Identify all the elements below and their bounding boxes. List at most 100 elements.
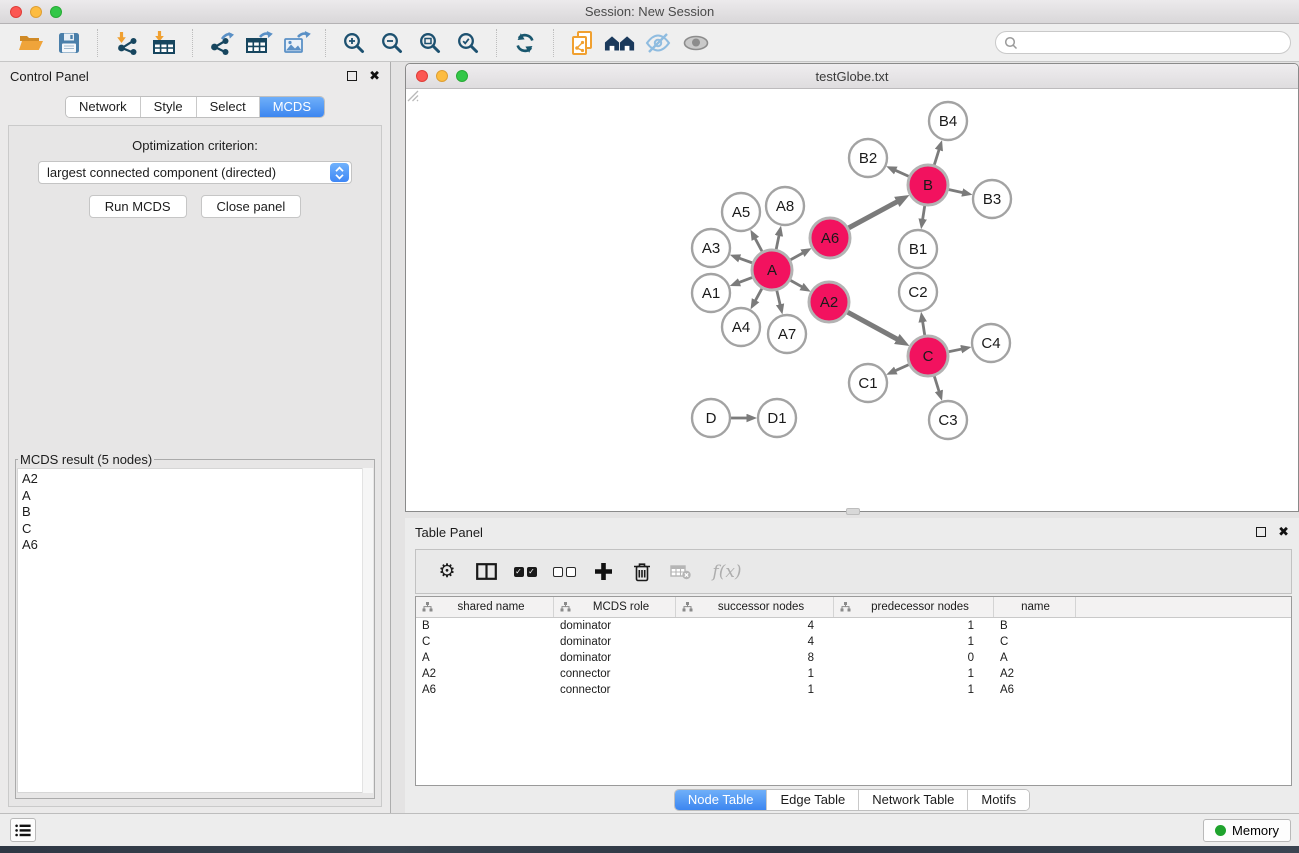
graph-node-B2[interactable]: B2 (849, 139, 887, 177)
import-network-icon[interactable] (110, 27, 142, 59)
delete-trash-icon[interactable] (627, 557, 657, 587)
add-column-plus-icon[interactable] (588, 557, 618, 587)
column-header-name[interactable]: name (994, 597, 1076, 617)
graph-node-C2[interactable]: C2 (899, 273, 937, 311)
graph-node-D[interactable]: D (692, 399, 730, 437)
mcds-result-item[interactable]: C (22, 521, 372, 538)
network-zoom-button[interactable] (456, 70, 468, 82)
table-settings-gear-icon[interactable]: ⚙ (432, 557, 462, 587)
tab-mcds[interactable]: MCDS (260, 97, 324, 117)
edge-C-C3[interactable] (934, 376, 939, 391)
edge-B-B2[interactable] (895, 170, 908, 176)
graph-node-A6[interactable]: A6 (810, 218, 850, 258)
network-canvas[interactable]: B4B2BB3A5A8A6B1A3AC2A1A2A4A7CC4C1C3DD1 (406, 89, 1298, 511)
minimize-window-button[interactable] (30, 6, 42, 18)
memory-button[interactable]: Memory (1203, 819, 1291, 842)
table-row[interactable]: Adominator80A (416, 650, 1291, 666)
mcds-result-item[interactable]: A2 (22, 471, 372, 488)
float-panel-icon[interactable] (347, 71, 357, 81)
result-scrollbar[interactable] (362, 468, 373, 793)
column-header-mcds-role[interactable]: MCDS role (554, 597, 676, 617)
edge-B-B3[interactable] (949, 189, 963, 192)
edge-A-A4[interactable] (755, 288, 762, 300)
float-table-panel-icon[interactable] (1256, 527, 1266, 537)
edge-A6-B[interactable] (848, 202, 897, 228)
optimization-criterion-select[interactable]: largest connected component (directed) (38, 161, 352, 184)
edge-A-A1[interactable] (739, 277, 752, 282)
network-graph[interactable]: B4B2BB3A5A8A6B1A3AC2A1A2A4A7CC4C1C3DD1 (406, 89, 1298, 511)
graph-node-A5[interactable]: A5 (722, 193, 760, 231)
graph-node-A8[interactable]: A8 (766, 187, 804, 225)
graph-node-B[interactable]: B (908, 165, 948, 205)
tab-edge-table[interactable]: Edge Table (767, 790, 859, 810)
tab-node-table[interactable]: Node Table (675, 790, 768, 810)
close-window-button[interactable] (10, 6, 22, 18)
graph-node-A2[interactable]: A2 (809, 282, 849, 322)
import-table-icon[interactable] (148, 27, 180, 59)
export-image-icon[interactable] (281, 27, 313, 59)
graph-node-C1[interactable]: C1 (849, 364, 887, 402)
table-row[interactable]: A2connector11A2 (416, 666, 1291, 682)
close-table-panel-icon[interactable]: ✖ (1278, 527, 1289, 537)
graph-node-B3[interactable]: B3 (973, 180, 1011, 218)
edge-A-A7[interactable] (777, 290, 780, 304)
graph-node-C4[interactable]: C4 (972, 324, 1010, 362)
edge-A-A6[interactable] (790, 253, 802, 260)
edge-C-C1[interactable] (895, 365, 908, 371)
run-mcds-button[interactable]: Run MCDS (89, 195, 187, 218)
tab-network[interactable]: Network (66, 97, 141, 117)
show-eye-icon[interactable] (680, 27, 712, 59)
edge-A-A8[interactable] (776, 235, 779, 249)
zoom-selected-icon[interactable] (452, 27, 484, 59)
tab-motifs[interactable]: Motifs (968, 790, 1029, 810)
network-close-button[interactable] (416, 70, 428, 82)
close-panel-button[interactable]: Close panel (201, 195, 302, 218)
graph-node-A3[interactable]: A3 (692, 229, 730, 267)
edge-A2-C[interactable] (847, 312, 897, 339)
tab-style[interactable]: Style (141, 97, 197, 117)
tab-network-table[interactable]: Network Table (859, 790, 968, 810)
edge-C-C2[interactable] (923, 322, 925, 336)
zoom-in-icon[interactable] (338, 27, 370, 59)
delete-table-disabled-icon[interactable] (666, 557, 696, 587)
save-icon[interactable] (53, 27, 85, 59)
export-table-icon[interactable] (243, 27, 275, 59)
edge-C-C4[interactable] (949, 349, 962, 352)
refresh-icon[interactable] (509, 27, 541, 59)
select-all-columns-icon[interactable]: ✓✓ (510, 557, 540, 587)
show-columns-icon[interactable] (471, 557, 501, 587)
nested-networks-home-icon[interactable] (604, 27, 636, 59)
edge-A-A3[interactable] (739, 258, 752, 263)
network-window-titlebar[interactable]: testGlobe.txt (406, 64, 1298, 89)
open-folder-icon[interactable] (15, 27, 47, 59)
task-history-list-icon[interactable] (10, 818, 36, 842)
search-input[interactable] (1023, 36, 1282, 50)
edge-B-B4[interactable] (934, 150, 939, 165)
graph-node-A4[interactable]: A4 (722, 308, 760, 346)
unselect-all-columns-icon[interactable] (549, 557, 579, 587)
graph-node-C3[interactable]: C3 (929, 401, 967, 439)
mcds-result-item[interactable]: B (22, 504, 372, 521)
table-row[interactable]: Bdominator41B (416, 618, 1291, 634)
graph-node-B1[interactable]: B1 (899, 230, 937, 268)
resize-grip-icon[interactable] (406, 89, 419, 102)
graph-node-A1[interactable]: A1 (692, 274, 730, 312)
column-header-shared-name[interactable]: shared name (416, 597, 554, 617)
export-network-icon[interactable] (205, 27, 237, 59)
graph-node-D1[interactable]: D1 (758, 399, 796, 437)
duplicate-network-icon[interactable] (566, 27, 598, 59)
edge-A-A2[interactable] (790, 280, 802, 287)
split-divider-grip[interactable] (846, 508, 860, 515)
graph-node-A[interactable]: A (752, 250, 792, 290)
tab-select[interactable]: Select (197, 97, 260, 117)
edge-A-A5[interactable] (755, 238, 762, 251)
mcds-result-item[interactable]: A (22, 488, 372, 505)
table-row[interactable]: Cdominator41C (416, 634, 1291, 650)
network-minimize-button[interactable] (436, 70, 448, 82)
column-header-predecessor-nodes[interactable]: predecessor nodes (834, 597, 994, 617)
zoom-window-button[interactable] (50, 6, 62, 18)
graph-node-A7[interactable]: A7 (768, 315, 806, 353)
graph-node-C[interactable]: C (908, 336, 948, 376)
zoom-fit-icon[interactable] (414, 27, 446, 59)
hide-panel-eye-slash-icon[interactable] (642, 27, 674, 59)
